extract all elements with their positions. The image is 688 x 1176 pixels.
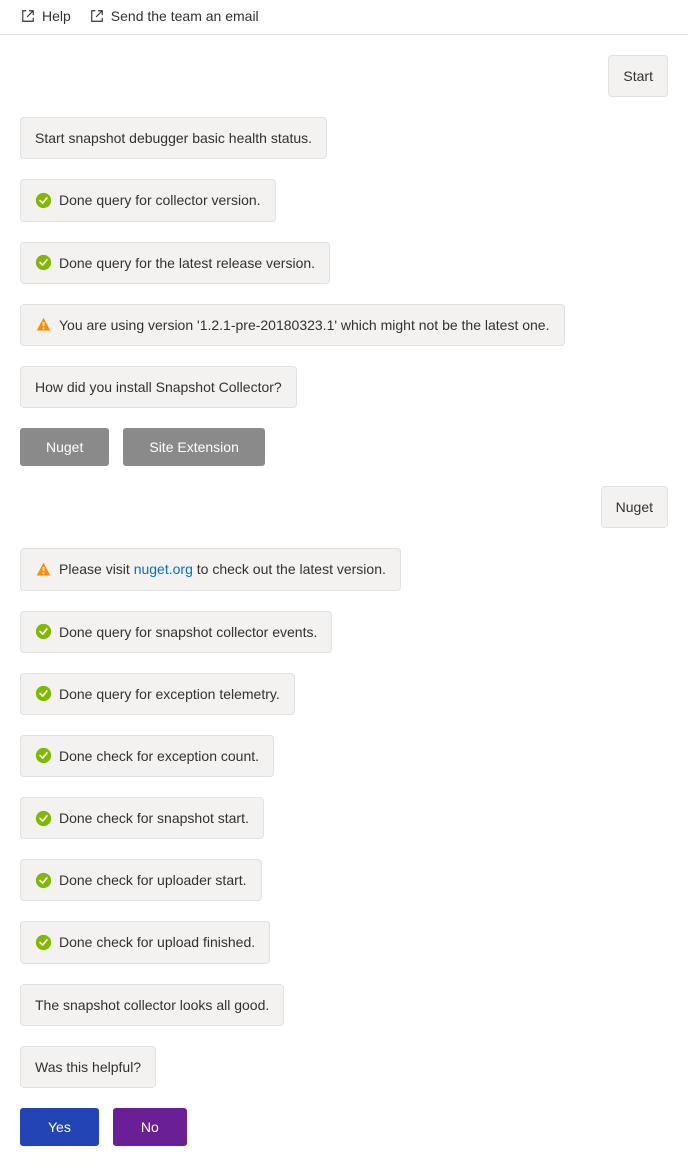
message-text: Done check for exception count. — [59, 747, 259, 765]
message-text: The snapshot collector looks all good. — [35, 996, 269, 1014]
message-text: Was this helpful? — [35, 1058, 141, 1076]
check-icon — [35, 685, 52, 702]
check-icon — [35, 623, 52, 640]
bot-message-visit-nuget: Please visit nuget.org to check out the … — [20, 548, 401, 590]
message-text: Done check for snapshot start. — [59, 809, 249, 827]
message-text: Done check for upload finished. — [59, 933, 255, 951]
user-message-nuget: Nuget — [601, 486, 668, 528]
toolbar: Help Send the team an email — [0, 0, 688, 35]
no-button[interactable]: No — [113, 1108, 187, 1146]
nuget-link[interactable]: nuget.org — [134, 561, 193, 577]
message-text: Start snapshot debugger basic health sta… — [35, 129, 312, 147]
message-text: You are using version '1.2.1-pre-2018032… — [59, 316, 550, 334]
message-text: Done query for the latest release versio… — [59, 254, 315, 272]
check-icon — [35, 254, 52, 271]
chat-content: Start Start snapshot debugger basic heal… — [0, 55, 688, 1176]
site-extension-option-button[interactable]: Site Extension — [123, 428, 265, 466]
message-text: Done check for uploader start. — [59, 871, 247, 889]
bot-message-collector-version: Done query for collector version. — [20, 179, 276, 221]
message-text: Done query for snapshot collector events… — [59, 623, 317, 641]
bot-message-version-warning: You are using version '1.2.1-pre-2018032… — [20, 304, 565, 346]
bot-message-latest-release: Done query for the latest release versio… — [20, 242, 330, 284]
bot-message-snapshot-start: Done check for snapshot start. — [20, 797, 264, 839]
user-message-text: Start — [623, 67, 653, 85]
help-button[interactable]: Help — [20, 8, 71, 24]
send-email-label: Send the team an email — [111, 8, 259, 24]
text-suffix: to check out the latest version. — [193, 561, 386, 577]
external-link-icon — [89, 8, 105, 24]
check-icon — [35, 934, 52, 951]
check-icon — [35, 872, 52, 889]
nuget-option-button[interactable]: Nuget — [20, 428, 109, 466]
external-link-icon — [20, 8, 36, 24]
bot-message-collector-events: Done query for snapshot collector events… — [20, 611, 332, 653]
bot-message-exception-count: Done check for exception count. — [20, 735, 274, 777]
warning-icon — [35, 316, 52, 333]
check-icon — [35, 192, 52, 209]
message-text: Done query for collector version. — [59, 191, 261, 209]
check-icon — [35, 810, 52, 827]
user-message-text: Nuget — [616, 498, 653, 516]
help-label: Help — [42, 8, 71, 24]
message-text: Done query for exception telemetry. — [59, 685, 280, 703]
bot-message-health-check: Start snapshot debugger basic health sta… — [20, 117, 327, 159]
send-email-button[interactable]: Send the team an email — [89, 8, 259, 24]
message-text: Please visit nuget.org to check out the … — [59, 560, 386, 578]
bot-message-install-question: How did you install Snapshot Collector? — [20, 366, 297, 408]
warning-icon — [35, 561, 52, 578]
bot-message-all-good: The snapshot collector looks all good. — [20, 984, 284, 1026]
bot-message-uploader-start: Done check for uploader start. — [20, 859, 262, 901]
text-prefix: Please visit — [59, 561, 134, 577]
yes-button[interactable]: Yes — [20, 1108, 99, 1146]
user-message-start: Start — [608, 55, 668, 97]
bot-message-exception-telemetry: Done query for exception telemetry. — [20, 673, 295, 715]
bot-message-helpful-prompt: Was this helpful? — [20, 1046, 156, 1088]
bot-message-upload-finished: Done check for upload finished. — [20, 921, 270, 963]
check-icon — [35, 747, 52, 764]
message-text: How did you install Snapshot Collector? — [35, 378, 282, 396]
